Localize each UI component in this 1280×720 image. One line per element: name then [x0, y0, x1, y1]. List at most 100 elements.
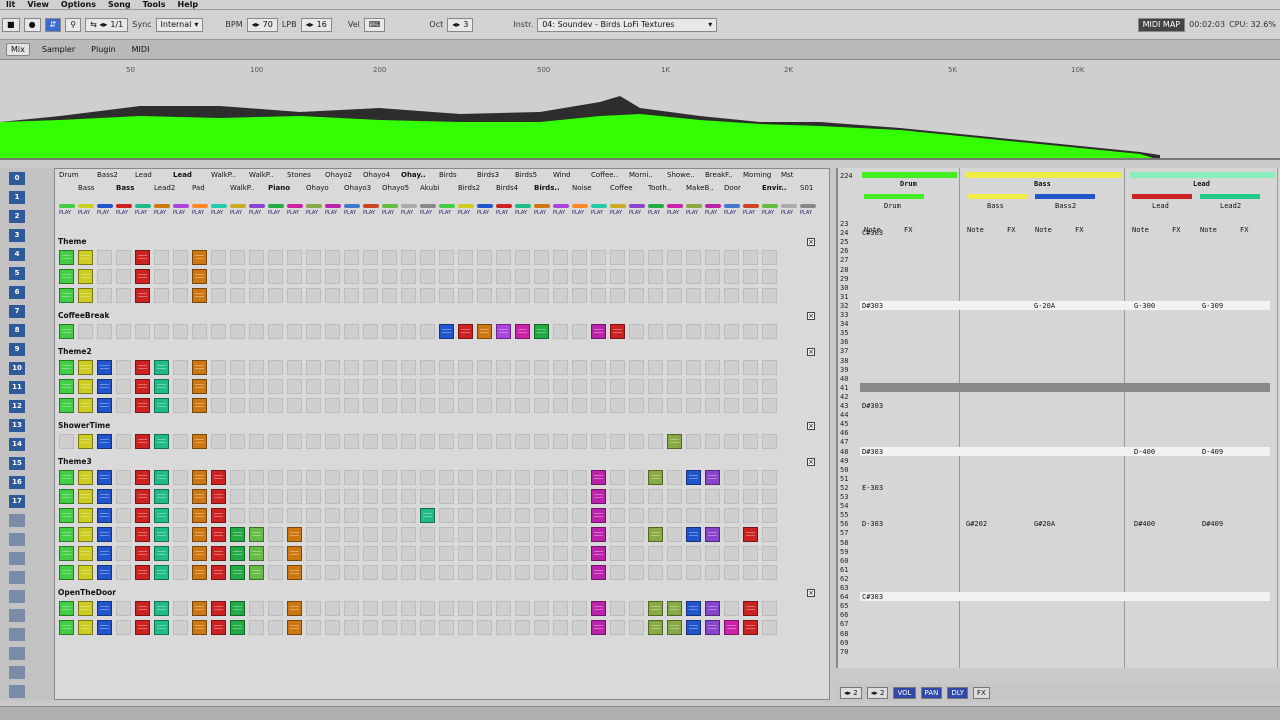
empty-slot[interactable] — [173, 620, 188, 635]
pattern-clip[interactable] — [230, 546, 245, 561]
step-control[interactable]: ◂▸ 2 — [840, 687, 862, 699]
empty-slot[interactable] — [648, 379, 663, 394]
lpb-field[interactable]: ◂▸ 16 — [300, 17, 332, 32]
note-cell[interactable]: G-309 — [1202, 302, 1223, 310]
pattern-clip[interactable] — [154, 620, 169, 635]
empty-slot[interactable] — [553, 379, 568, 394]
track-play-label[interactable]: PLAY — [363, 210, 375, 216]
empty-slot[interactable] — [363, 601, 378, 616]
empty-slot[interactable] — [287, 434, 302, 449]
empty-slot[interactable] — [458, 620, 473, 635]
sequence-row-number[interactable]: 2 — [9, 210, 25, 223]
empty-slot[interactable] — [211, 379, 226, 394]
pattern-clip[interactable] — [591, 470, 606, 485]
track-play-label[interactable]: PLAY — [458, 210, 470, 216]
track-play-label[interactable]: PLAY — [97, 210, 109, 216]
pattern-clip[interactable] — [648, 470, 663, 485]
empty-slot[interactable] — [534, 379, 549, 394]
empty-slot[interactable] — [724, 288, 739, 303]
empty-slot[interactable] — [667, 508, 682, 523]
sequence-row-number[interactable]: 8 — [9, 324, 25, 337]
empty-slot[interactable] — [705, 379, 720, 394]
sequence-name[interactable]: Theme3 — [58, 457, 92, 466]
pattern-clip[interactable] — [192, 379, 207, 394]
empty-slot[interactable] — [287, 360, 302, 375]
pattern-clip[interactable] — [59, 288, 74, 303]
empty-slot[interactable] — [477, 565, 492, 580]
empty-slot[interactable] — [230, 489, 245, 504]
empty-slot[interactable] — [154, 288, 169, 303]
sequence-row-number[interactable]: 6 — [9, 286, 25, 299]
pattern-clip[interactable] — [211, 565, 226, 580]
empty-slot[interactable] — [382, 546, 397, 561]
empty-slot[interactable] — [591, 434, 606, 449]
empty-slot[interactable] — [496, 398, 511, 413]
pattern-clip[interactable] — [135, 508, 150, 523]
pattern-clip[interactable] — [135, 489, 150, 504]
vol-button[interactable]: VOL — [893, 687, 916, 699]
empty-slot[interactable] — [211, 288, 226, 303]
pattern-clip[interactable] — [78, 250, 93, 265]
empty-slot[interactable] — [553, 434, 568, 449]
empty-slot[interactable] — [705, 250, 720, 265]
track-color-header[interactable] — [965, 172, 1122, 178]
pattern-clip[interactable] — [211, 546, 226, 561]
empty-slot[interactable] — [344, 620, 359, 635]
pattern-clip[interactable] — [230, 527, 245, 542]
empty-slot[interactable] — [249, 269, 264, 284]
empty-slot[interactable] — [572, 620, 587, 635]
empty-slot[interactable] — [211, 434, 226, 449]
pattern-clip[interactable] — [591, 527, 606, 542]
empty-slot[interactable] — [287, 250, 302, 265]
empty-slot[interactable] — [363, 360, 378, 375]
pattern-clip[interactable] — [686, 620, 701, 635]
empty-slot[interactable] — [572, 250, 587, 265]
empty-slot[interactable] — [325, 470, 340, 485]
empty-slot[interactable] — [325, 360, 340, 375]
empty-slot[interactable] — [268, 434, 283, 449]
track-name[interactable]: Stones — [287, 171, 311, 179]
empty-slot[interactable] — [705, 288, 720, 303]
empty-slot[interactable] — [667, 398, 682, 413]
empty-slot[interactable] — [439, 379, 454, 394]
note-cell[interactable]: D-303 — [862, 520, 883, 528]
empty-slot[interactable] — [686, 250, 701, 265]
pattern-clip[interactable] — [591, 620, 606, 635]
pattern-clip[interactable] — [743, 527, 758, 542]
empty-slot[interactable] — [420, 527, 435, 542]
sequence-row-number[interactable] — [9, 590, 25, 603]
empty-slot[interactable] — [572, 601, 587, 616]
empty-slot[interactable] — [249, 508, 264, 523]
pattern-clip[interactable] — [135, 398, 150, 413]
pattern-clip[interactable] — [192, 546, 207, 561]
track-play-label[interactable]: PLAY — [116, 210, 128, 216]
empty-slot[interactable] — [401, 508, 416, 523]
empty-slot[interactable] — [686, 508, 701, 523]
empty-slot[interactable] — [230, 269, 245, 284]
pattern-clip[interactable] — [154, 470, 169, 485]
pattern-clip[interactable] — [154, 565, 169, 580]
empty-slot[interactable] — [762, 601, 777, 616]
sequence-row-number[interactable] — [9, 552, 25, 565]
pattern-clip[interactable] — [59, 489, 74, 504]
empty-slot[interactable] — [173, 434, 188, 449]
empty-slot[interactable] — [363, 398, 378, 413]
empty-slot[interactable] — [325, 434, 340, 449]
empty-slot[interactable] — [287, 288, 302, 303]
empty-slot[interactable] — [173, 324, 188, 339]
sequence-row-number[interactable]: 0 — [9, 172, 25, 185]
pattern-clip[interactable] — [78, 565, 93, 580]
track-name[interactable]: Drum — [59, 171, 79, 179]
pattern-clip[interactable] — [591, 601, 606, 616]
empty-slot[interactable] — [667, 379, 682, 394]
empty-slot[interactable] — [268, 620, 283, 635]
track-play-label[interactable]: PLAY — [800, 210, 812, 216]
empty-slot[interactable] — [724, 565, 739, 580]
empty-slot[interactable] — [610, 546, 625, 561]
empty-slot[interactable] — [287, 269, 302, 284]
empty-slot[interactable] — [173, 546, 188, 561]
empty-slot[interactable] — [249, 288, 264, 303]
track-name[interactable]: Birds3 — [477, 171, 499, 179]
pattern-clip[interactable] — [591, 546, 606, 561]
pattern-clip[interactable] — [743, 601, 758, 616]
